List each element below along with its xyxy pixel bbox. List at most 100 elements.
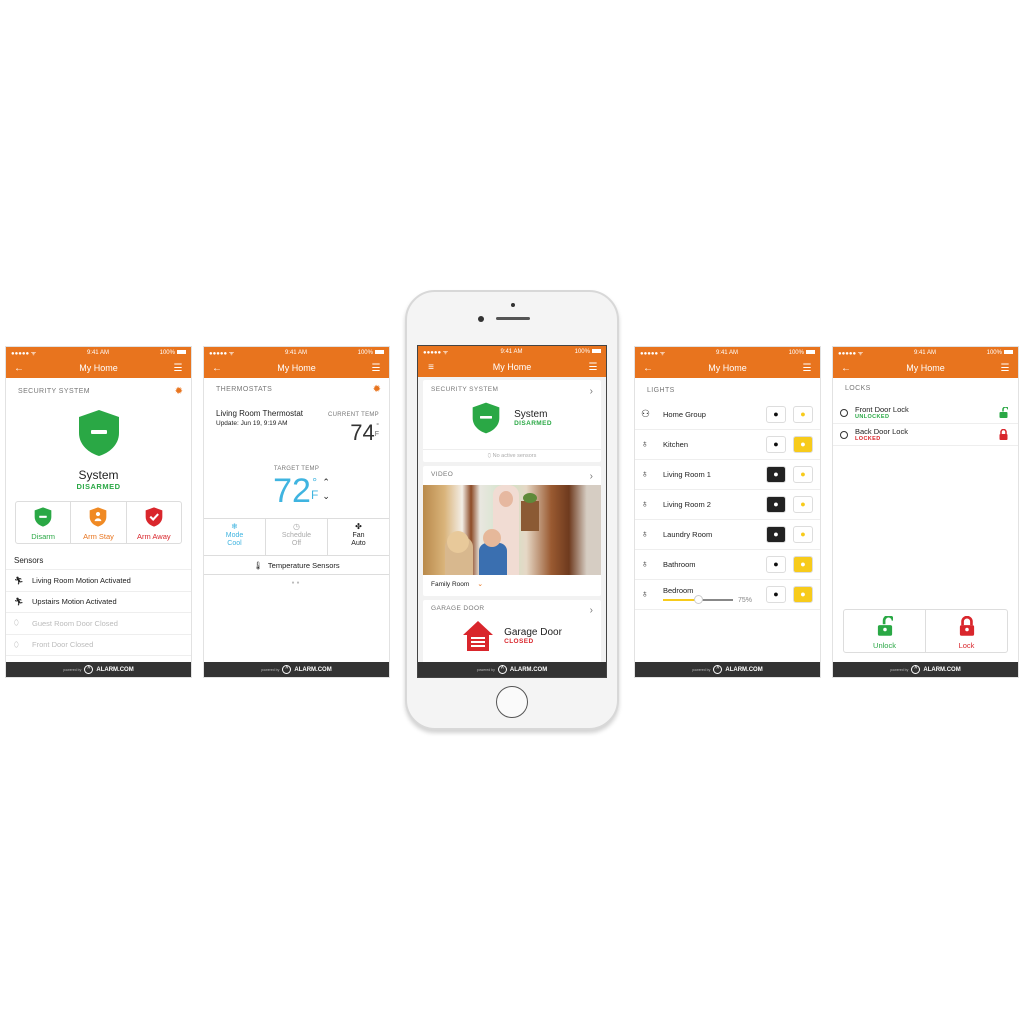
section-header: THERMOSTATS bbox=[216, 386, 273, 393]
back-arrow-icon[interactable]: ← bbox=[641, 363, 655, 374]
light-on-button[interactable]: ● bbox=[793, 586, 813, 603]
light-item: ♁ Kitchen ● ● bbox=[635, 430, 820, 460]
light-on-button[interactable]: ● bbox=[793, 556, 813, 573]
powered-by-footer: powered by ^ ALARM.COM bbox=[418, 662, 606, 677]
light-off-button[interactable]: ● bbox=[766, 496, 786, 513]
sensor-item[interactable]: 🏃︎ Upstairs Motion Activated bbox=[6, 592, 191, 613]
arm-stay-button[interactable]: Arm Stay bbox=[71, 502, 127, 543]
gear-icon[interactable]: ✹ bbox=[175, 386, 183, 397]
current-temp: 74 ° F bbox=[350, 420, 379, 445]
nav-title: My Home bbox=[79, 363, 118, 373]
video-card[interactable]: VIDEO › Family Room ⌄ bbox=[423, 466, 601, 596]
mode-button[interactable]: ❄ Mode Cool bbox=[204, 519, 266, 555]
sensor-item[interactable]: ⬯ Front Door Closed bbox=[6, 635, 191, 656]
lock-button[interactable]: Lock bbox=[926, 610, 1007, 652]
chevron-right-icon: › bbox=[589, 605, 593, 616]
menu-check-icon[interactable]: ☰ bbox=[998, 363, 1012, 374]
system-label: System bbox=[78, 468, 119, 482]
light-on-button[interactable]: ● bbox=[793, 496, 813, 513]
light-off-button[interactable]: ● bbox=[766, 406, 786, 423]
light-on-button[interactable]: ● bbox=[793, 466, 813, 483]
menu-check-icon[interactable]: ☰ bbox=[586, 362, 600, 373]
lights-list: ⚇ Home Group ● ● ♁ Kitchen ● ● ♁ Living Ro… bbox=[635, 400, 820, 610]
bulb-on-icon: ● bbox=[800, 439, 806, 449]
camera-feed-image[interactable] bbox=[423, 485, 601, 575]
light-off-button[interactable]: ● bbox=[766, 466, 786, 483]
unlock-button[interactable]: Unlock bbox=[844, 610, 926, 652]
status-bar: ●●●●● ᯤ 9:41 AM 100% bbox=[418, 346, 606, 357]
security-card[interactable]: SECURITY SYSTEM › System DISARMED ⬯ No act… bbox=[423, 380, 601, 462]
snowflake-icon: ❄ bbox=[231, 522, 238, 531]
back-arrow-icon[interactable]: ← bbox=[12, 363, 26, 374]
unlocked-padlock-icon bbox=[877, 614, 894, 636]
light-item: ♁ Bathroom ● ● bbox=[635, 550, 820, 580]
locked-padlock-icon bbox=[959, 615, 974, 636]
light-off-button[interactable]: ● bbox=[766, 526, 786, 543]
door-sensor-icon: ⬯ bbox=[14, 639, 19, 649]
sensor-item[interactable]: 🏃︎ Living Room Motion Activated bbox=[6, 570, 191, 592]
fan-button[interactable]: ✤ Fan Auto bbox=[328, 519, 389, 555]
dimmer-handle[interactable] bbox=[693, 595, 703, 604]
garage-card[interactable]: GARAGE DOOR › Garage Door CLOSED bbox=[423, 600, 601, 670]
sensor-item[interactable]: ⬯ Guest Room Door Closed bbox=[6, 613, 191, 635]
light-item: ♁ Living Room 1 ● ● bbox=[635, 460, 820, 490]
light-off-button[interactable]: ● bbox=[766, 436, 786, 453]
shield-disarmed-icon bbox=[78, 410, 119, 456]
bulb-on-icon: ● bbox=[800, 409, 806, 419]
camera-selector[interactable]: Family Room ⌄ bbox=[423, 575, 601, 593]
light-item: ♁ Living Room 2 ● ● bbox=[635, 490, 820, 520]
shield-disarmed-icon bbox=[472, 402, 500, 434]
chevron-right-icon: › bbox=[589, 386, 593, 397]
arm-away-button[interactable]: Arm Away bbox=[127, 502, 181, 543]
disarm-button[interactable]: Disarm bbox=[16, 502, 72, 543]
gear-icon[interactable]: ✹ bbox=[373, 384, 381, 395]
schedule-button[interactable]: ◷ Schedule Off bbox=[266, 519, 328, 555]
status-bar: ●●●●● ᯤ 9:41 AM 100% bbox=[635, 347, 820, 358]
hamburger-menu-icon[interactable]: ≡ bbox=[424, 362, 438, 373]
light-name: Home Group bbox=[663, 410, 706, 419]
light-on-button[interactable]: ● bbox=[793, 526, 813, 543]
menu-check-icon[interactable]: ☰ bbox=[171, 363, 185, 374]
bulb-on-icon: ● bbox=[800, 559, 806, 569]
temperature-sensors-link[interactable]: 🌡︎ Temperature Sensors bbox=[204, 556, 389, 575]
locked-padlock-icon bbox=[999, 429, 1008, 440]
radio-button[interactable] bbox=[840, 408, 848, 417]
light-name: Living Room 1 bbox=[663, 470, 711, 479]
back-arrow-icon[interactable]: ← bbox=[839, 363, 853, 374]
light-off-button[interactable]: ● bbox=[766, 556, 786, 573]
current-temp-label: CURRENT TEMP bbox=[327, 412, 379, 418]
menu-check-icon[interactable]: ☰ bbox=[800, 363, 814, 374]
decrease-temp-button[interactable]: ⌄ bbox=[322, 489, 330, 503]
bulb-on-icon: ● bbox=[800, 469, 806, 479]
page-indicator: ●● bbox=[291, 580, 302, 586]
nav-bar: ← My Home ☰ bbox=[833, 358, 1018, 378]
alarm-logo-icon: ^ bbox=[713, 665, 723, 674]
unlocked-padlock-icon bbox=[999, 407, 1008, 418]
thermostat-screen: ●●●●● ᯤ 9:41 AM 100% ← My Home ☰ THERMOSTATS… bbox=[203, 346, 390, 678]
shield-minus-icon bbox=[34, 507, 52, 527]
radio-button[interactable] bbox=[840, 430, 848, 439]
lock-item[interactable]: Back Door Lock LOCKED bbox=[833, 424, 1018, 446]
nav-bar: ≡ My Home ☰ bbox=[418, 357, 606, 377]
light-on-button[interactable]: ● bbox=[793, 406, 813, 423]
shield-check-icon bbox=[145, 507, 163, 527]
bulb-on-icon: ● bbox=[800, 529, 806, 539]
back-arrow-icon[interactable]: ← bbox=[210, 363, 224, 374]
dimmer-slider[interactable] bbox=[663, 595, 733, 604]
increase-temp-button[interactable]: ⌃ bbox=[322, 475, 330, 489]
alarm-logo-icon: ^ bbox=[84, 665, 94, 674]
light-off-button[interactable]: ● bbox=[766, 586, 786, 603]
nav-bar: ← My Home ☰ bbox=[6, 358, 191, 378]
home-button[interactable] bbox=[496, 686, 528, 718]
lock-item[interactable]: Front Door Lock UNLOCKED bbox=[833, 402, 1018, 424]
bulb-icon: ♁ bbox=[641, 559, 649, 570]
speaker-grille bbox=[496, 317, 530, 320]
sensors-title: Sensors bbox=[14, 556, 44, 565]
light-on-button[interactable]: ● bbox=[793, 436, 813, 453]
bulb-off-icon: ● bbox=[773, 559, 779, 569]
status-bar: ●●●●● ᯤ 9:41 AM 100% bbox=[6, 347, 191, 358]
menu-check-icon[interactable]: ☰ bbox=[369, 363, 383, 374]
light-item: ♁ Laundry Room ● ● bbox=[635, 520, 820, 550]
bulb-off-icon: ● bbox=[773, 439, 779, 449]
bulb-on-icon: ● bbox=[800, 589, 806, 599]
